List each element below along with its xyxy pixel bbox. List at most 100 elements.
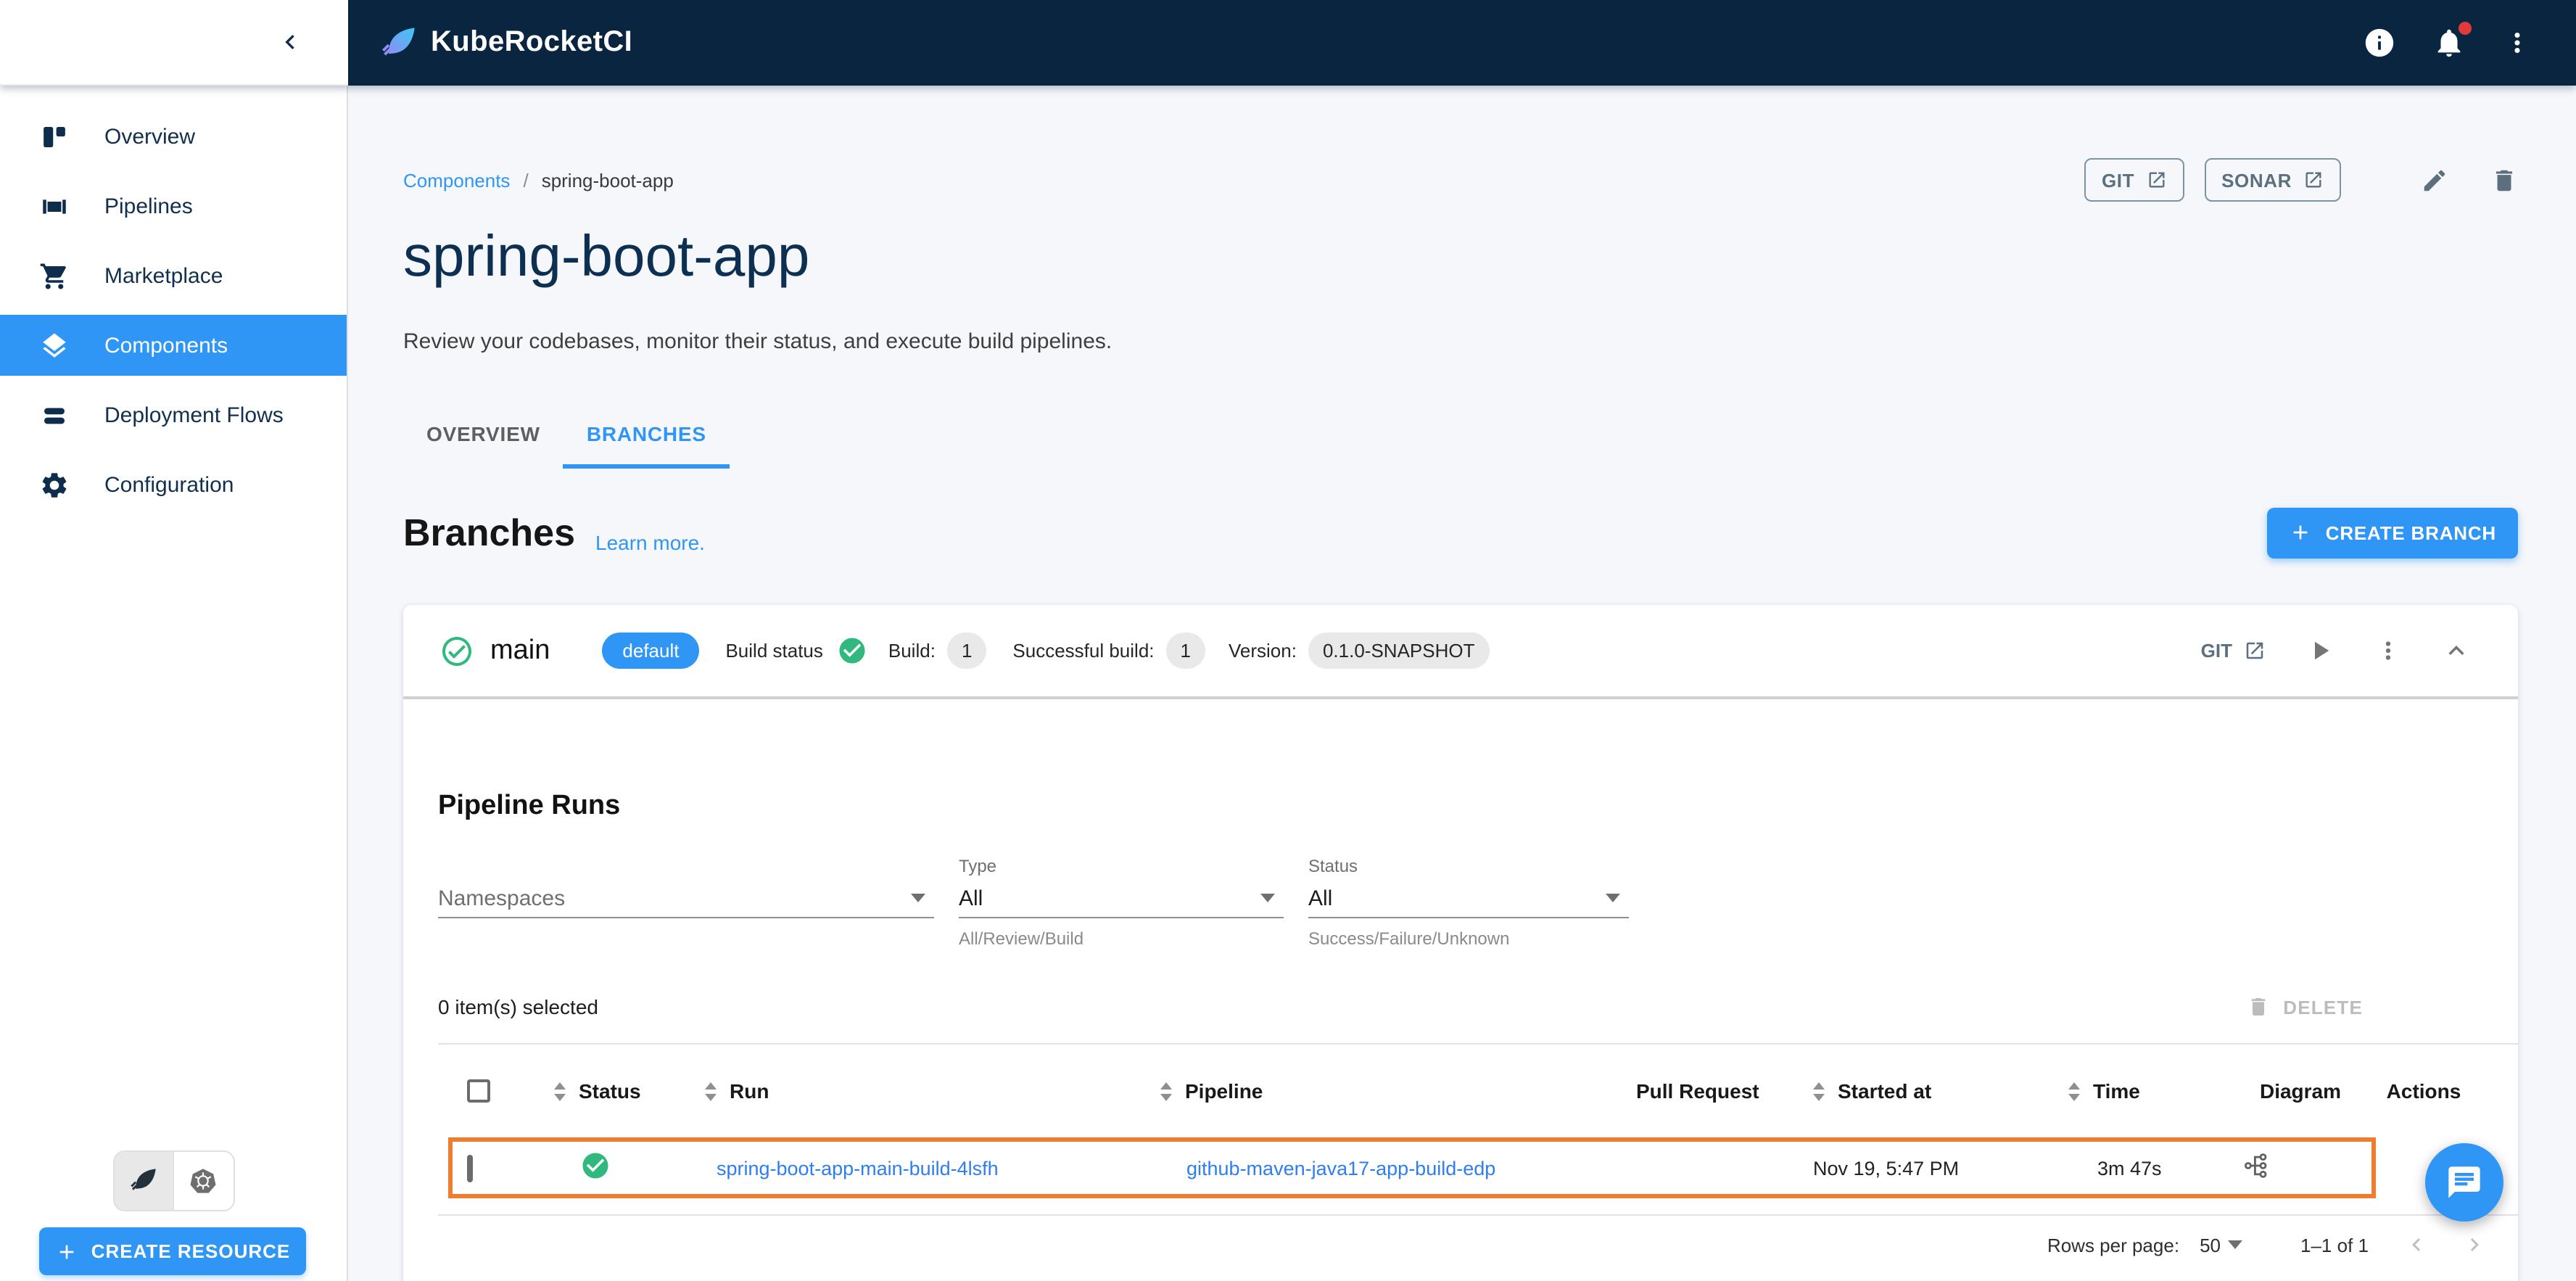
column-header-time[interactable]: Time [2068,1079,2242,1103]
kuberocketci-logo-icon [380,24,418,62]
dropdown-caret-icon [2228,1240,2242,1249]
brand: KubeRocketCI [380,24,632,62]
delete-selected-button[interactable]: DELETE [2247,995,2363,1018]
main-content: Components / spring-boot-app GIT SONAR s… [348,86,2576,1281]
column-header-actions: Actions [2386,1079,2461,1103]
sort-icon [705,1082,717,1100]
column-header-pipeline[interactable]: Pipeline [1160,1079,1626,1103]
sidebar-item-label: Pipelines [104,194,193,218]
table-bottom-divider [438,1214,2518,1216]
quill-icon [128,1166,157,1195]
trigger-build-button[interactable] [2305,635,2335,666]
app-root: KubeRocketCI Overview Pipelines Marketpl… [0,0,2576,1281]
create-resource-button[interactable]: CREATE RESOURCE [39,1227,306,1275]
column-header-diagram: Diagram [2259,1079,2342,1103]
chat-fab-button[interactable] [2425,1143,2503,1222]
git-button-label: GIT [2101,169,2135,191]
select-all-checkbox[interactable] [467,1079,490,1103]
previous-page-button[interactable] [2403,1232,2430,1258]
kubernetes-icon [189,1166,218,1195]
branch-git-button[interactable]: GIT [2201,640,2266,662]
sonar-button[interactable]: SONAR [2204,158,2341,202]
diagram-tree-icon [2242,1152,2270,1179]
status-select[interactable]: All [1308,883,1629,918]
tab-branches-label: BRANCHES [586,422,706,445]
edit-component-button[interactable] [2421,166,2448,194]
dropdown-caret-icon [1260,894,1275,902]
branch-more-menu-button[interactable] [2374,637,2402,664]
status-filter-helper: Success/Failure/Unknown [1308,928,1510,949]
chevron-left-icon [276,28,305,57]
info-icon [2363,26,2396,59]
breadcrumb-components-link[interactable]: Components [403,169,510,191]
diagram-button[interactable] [2242,1152,2270,1179]
git-button[interactable]: GIT [2084,158,2184,202]
notifications-button[interactable] [2432,22,2472,59]
sidebar-item-label: Marketplace [104,263,223,288]
brand-name: KubeRocketCI [431,26,633,58]
sidebar-item-components[interactable]: Components [0,315,347,376]
successful-build-label: Successful build: [1012,640,1155,662]
dropdown-caret-icon [911,894,925,902]
collapse-accordion-button[interactable] [2441,635,2472,666]
table-pagination: Rows per page: 50 1–1 of 1 [438,1220,2488,1269]
selection-count-text: 0 item(s) selected [438,995,598,1018]
sidebar-item-label: Deployment Flows [104,403,284,427]
info-button[interactable] [2363,26,2396,59]
create-resource-label: CREATE RESOURCE [91,1240,291,1262]
marketplace-cart-icon [39,260,70,291]
collapse-sidebar-button[interactable] [276,28,305,57]
type-select[interactable]: All [959,883,1284,918]
delete-component-button[interactable] [2490,166,2518,194]
topbar-icons [2363,22,2532,59]
build-label: Build: [888,640,936,662]
column-header-started-at[interactable]: Started at [1813,1079,2068,1103]
learn-more-link[interactable]: Learn more. [595,531,705,559]
sort-icon [2068,1082,2080,1100]
pipeline-runs-filters: Namespaces Type All All/Review/Build Sta… [438,856,2488,949]
notification-badge [2459,22,2472,35]
more-menu-button[interactable] [2502,28,2532,58]
sidebar-item-label: Overview [104,124,196,149]
version-badge: 0.1.0-SNAPSHOT [1308,633,1490,669]
sidebar-item-configuration[interactable]: Configuration [0,454,347,515]
rows-per-page-select[interactable]: 50 [2200,1234,2251,1256]
sidebar-item-marketplace[interactable]: Marketplace [0,245,347,306]
status-filter-value: All [1308,886,1333,910]
trash-icon [2490,166,2518,194]
create-branch-button[interactable]: CREATE BRANCH [2267,507,2518,558]
pipeline-link[interactable]: github-maven-java17-app-build-edp [1186,1157,1495,1179]
build-count-badge: 1 [946,633,987,669]
column-header-pull-request: Pull Request [1636,1079,1759,1103]
sidebar-item-deployment-flows[interactable]: Deployment Flows [0,384,347,445]
column-header-run[interactable]: Run [705,1079,1160,1103]
external-link-icon [2303,170,2324,190]
kubernetes-view-toggle-button[interactable] [173,1152,233,1210]
page-subtitle: Review your codebases, monitor their sta… [403,329,1112,354]
branch-accordion-header[interactable]: main default Build status Build: 1 Succe… [403,605,2518,699]
started-at-cell: Nov 19, 5:47 PM [1813,1157,1960,1179]
sidebar-item-overview[interactable]: Overview [0,106,347,167]
krci-view-toggle-button[interactable] [114,1152,173,1210]
kebab-menu-icon [2374,637,2402,664]
delete-label: DELETE [2283,996,2363,1018]
tab-branches[interactable]: BRANCHES [563,399,730,469]
pipeline-run-row[interactable]: spring-boot-app-main-build-4lsfh github-… [438,1137,2488,1198]
breadcrumb-current: spring-boot-app [541,169,674,191]
time-cell: 3m 47s [2097,1157,2162,1179]
sidebar-item-label: Components [104,333,228,358]
namespaces-filter: Namespaces [438,856,934,949]
sidebar-item-pipelines[interactable]: Pipelines [0,176,347,236]
tab-overview[interactable]: OVERVIEW [403,399,564,469]
page-actions: GIT SONAR [2084,158,2518,202]
type-filter-label: Type [959,856,997,876]
chevron-right-icon [2461,1232,2488,1258]
run-link[interactable]: spring-boot-app-main-build-4lsfh [717,1157,999,1179]
column-header-status[interactable]: Status [554,1079,705,1103]
branch-name: main [490,635,550,665]
sidebar-item-label: Configuration [104,472,234,497]
next-page-button[interactable] [2461,1232,2488,1258]
row-checkbox[interactable] [467,1154,473,1182]
sidebar: Overview Pipelines Marketplace Component… [0,86,348,1281]
namespaces-select[interactable]: Namespaces [438,883,934,918]
